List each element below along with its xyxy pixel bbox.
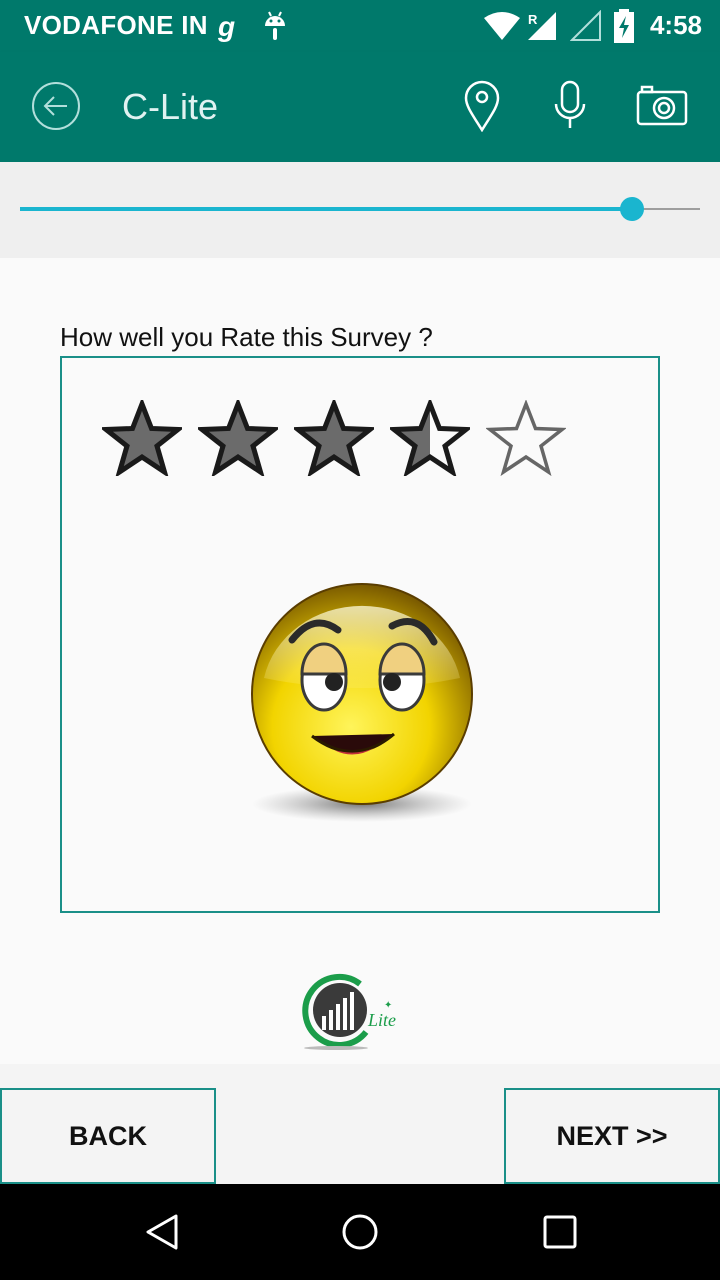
- star-3[interactable]: [294, 400, 374, 476]
- android-icon: [265, 11, 285, 40]
- star-rating[interactable]: [102, 400, 566, 476]
- signal-empty-icon: [570, 10, 601, 41]
- camera-icon[interactable]: [636, 84, 688, 126]
- home-circle-icon[interactable]: [340, 1212, 380, 1252]
- back-arrow-icon[interactable]: [30, 80, 82, 132]
- signal-roaming-icon: R: [528, 12, 556, 40]
- smiley-face-icon: [251, 583, 473, 822]
- svg-text:R: R: [528, 12, 538, 27]
- carrier-name: VODAFONE IN: [24, 10, 208, 40]
- wifi-icon: [484, 12, 520, 40]
- progress-thumb[interactable]: [620, 197, 644, 221]
- progress-fill: [20, 207, 632, 211]
- back-triangle-icon[interactable]: [142, 1212, 182, 1252]
- recents-square-icon[interactable]: [542, 1214, 578, 1250]
- app-title: C-Lite: [122, 86, 219, 127]
- svg-text:g: g: [217, 12, 235, 42]
- microphone-icon[interactable]: [552, 80, 588, 132]
- system-nav-bar: [0, 1184, 720, 1280]
- survey-progress-slider[interactable]: [20, 197, 700, 221]
- app-bar: C-Lite: [0, 52, 720, 162]
- star-4[interactable]: [390, 400, 470, 476]
- g-network-icon: g: [217, 12, 235, 42]
- status-bar: VODAFONE IN g R 4:58: [0, 0, 720, 52]
- star-1[interactable]: [102, 400, 182, 476]
- survey-card: How well you Rate this Survey ? Lite ✦: [0, 258, 720, 1064]
- battery-charging-icon: [614, 9, 634, 43]
- star-2[interactable]: [198, 400, 278, 476]
- next-button[interactable]: NEXT >>: [504, 1088, 720, 1184]
- svg-text:✦: ✦: [384, 1000, 392, 1011]
- logo-text: Lite: [367, 1010, 396, 1030]
- location-pin-icon[interactable]: [462, 80, 502, 132]
- clock: 4:58: [649, 10, 702, 40]
- rating-box: [60, 356, 660, 913]
- star-5[interactable]: [486, 400, 566, 476]
- question-text: How well you Rate this Survey ?: [60, 322, 433, 352]
- c-lite-logo: Lite ✦: [302, 974, 396, 1050]
- back-button[interactable]: BACK: [0, 1088, 216, 1184]
- progress-area: [0, 162, 720, 258]
